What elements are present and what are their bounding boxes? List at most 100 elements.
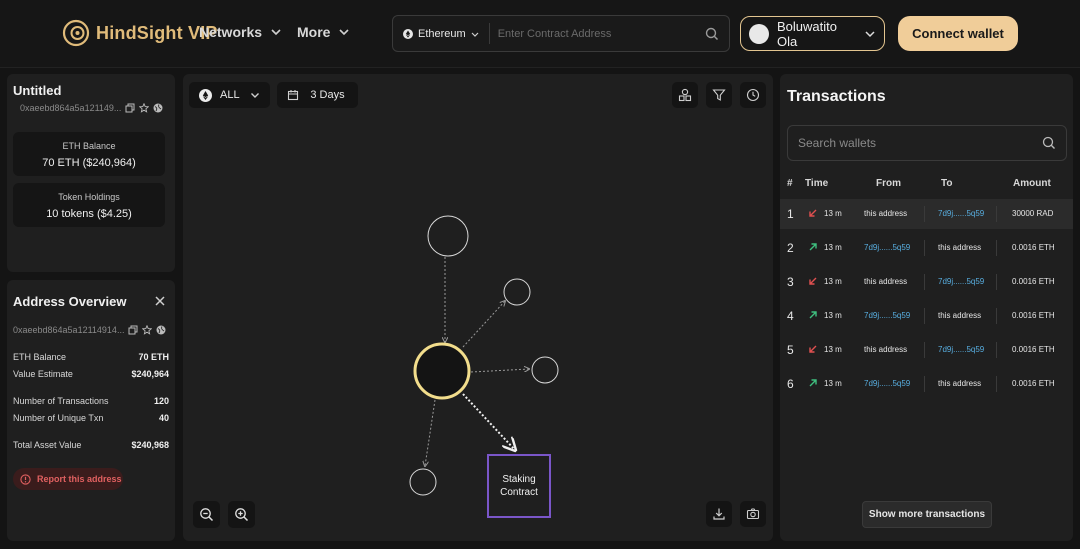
search-icon[interactable] xyxy=(695,27,729,41)
nav-more-label: More xyxy=(297,24,331,40)
date-range-label: 3 Days xyxy=(310,89,345,101)
user-name: Boluwatito Ola xyxy=(777,18,837,49)
graph-node xyxy=(531,356,559,384)
arrow-down-left-icon xyxy=(808,208,818,218)
row-time: 13 m xyxy=(824,311,842,320)
close-icon[interactable] xyxy=(154,295,166,307)
copy-icon[interactable] xyxy=(128,325,138,335)
arrow-down-left-icon xyxy=(808,344,818,354)
download-icon[interactable] xyxy=(706,501,732,527)
row-amount: 0.0016 ETH xyxy=(1012,277,1055,286)
column-divider xyxy=(996,206,997,222)
eth-balance-card: ETH Balance 70 ETH ($240,964) xyxy=(13,132,165,176)
row-to: this address xyxy=(938,243,982,252)
overview-row-label: Number of Unique Txn xyxy=(13,413,104,423)
calendar-icon xyxy=(287,89,299,101)
table-row[interactable]: 6 13 m 7d9j......5q59 this address 0.0016 ET… xyxy=(780,369,1073,399)
nav-more[interactable]: More xyxy=(297,24,350,40)
row-from[interactable]: 7d9j......5q59 xyxy=(864,243,910,252)
brand-logo[interactable]: HindSight VIP xyxy=(62,19,218,47)
asset-filter-dropdown[interactable]: ALL xyxy=(189,82,270,108)
network-select[interactable]: Ethereum xyxy=(393,23,490,44)
table-row[interactable]: 1 13 m this address 7d9j......5q59 30000 RAD xyxy=(780,199,1073,229)
row-from[interactable]: 7d9j......5q59 xyxy=(864,379,910,388)
overview-address-row: 0xaeebd864a5a12114914... xyxy=(13,325,166,335)
nav-networks[interactable]: Networks xyxy=(199,24,282,40)
copy-icon[interactable] xyxy=(125,103,135,113)
arrow-up-right-icon xyxy=(808,310,818,320)
eth-balance-label: ETH Balance xyxy=(62,141,116,151)
star-icon[interactable] xyxy=(139,103,150,113)
overview-address: 0xaeebd864a5a12114914... xyxy=(13,325,125,335)
history-icon[interactable] xyxy=(740,82,766,108)
contract-address-input[interactable] xyxy=(489,27,695,40)
graph-center-node xyxy=(413,342,471,400)
wallet-search-input[interactable] xyxy=(798,136,1042,150)
address-overview-title: Address Overview xyxy=(13,294,127,309)
row-to[interactable]: 7d9j......5q59 xyxy=(938,345,984,354)
overview-row-label: ETH Balance xyxy=(13,352,67,362)
connect-wallet-button[interactable]: Connect wallet xyxy=(898,16,1018,51)
row-index: 6 xyxy=(787,377,794,391)
staking-contract-node[interactable]: Staking Contract xyxy=(487,454,551,518)
contract-search-bar: Ethereum xyxy=(392,15,730,52)
row-to[interactable]: 7d9j......5q59 xyxy=(938,209,984,218)
filter-icon[interactable] xyxy=(706,82,732,108)
row-index: 2 xyxy=(787,241,794,255)
column-divider xyxy=(924,376,925,392)
row-from[interactable]: 7d9j......5q59 xyxy=(864,311,910,320)
row-from: this address xyxy=(864,209,908,218)
overview-row-value: 40 xyxy=(158,413,169,423)
overview-row-transactions: Number of Transactions 120 xyxy=(13,396,169,406)
user-account-menu[interactable]: Boluwatito Ola xyxy=(740,16,885,51)
column-divider xyxy=(996,240,997,256)
column-header-to: To xyxy=(941,178,953,189)
row-index: 1 xyxy=(787,207,794,221)
column-divider xyxy=(924,342,925,358)
overview-row-total-asset: Total Asset Value $240,968 xyxy=(13,440,169,450)
overview-row-unique-txn: Number of Unique Txn 40 xyxy=(13,413,169,423)
row-to[interactable]: 7d9j......5q59 xyxy=(938,277,984,286)
row-time: 13 m xyxy=(824,277,842,286)
show-more-transactions-button[interactable]: Show more transactions xyxy=(862,501,992,528)
row-time: 13 m xyxy=(824,345,842,354)
column-divider xyxy=(924,308,925,324)
globe-icon[interactable] xyxy=(156,325,166,335)
token-holdings-label: Token Holdings xyxy=(58,192,120,202)
column-divider xyxy=(996,274,997,290)
zoom-in-icon[interactable] xyxy=(228,501,255,528)
table-row[interactable]: 4 13 m 7d9j......5q59 this address 0.0016 ET… xyxy=(780,301,1073,331)
star-icon[interactable] xyxy=(142,325,153,335)
globe-icon[interactable] xyxy=(153,103,163,113)
nav-networks-label: Networks xyxy=(199,24,263,40)
row-to: this address xyxy=(938,311,982,320)
row-to: this address xyxy=(938,379,982,388)
avatar xyxy=(749,23,769,44)
transactions-panel: Transactions # Time From To Amount 1 13 m… xyxy=(780,74,1073,541)
column-divider xyxy=(996,376,997,392)
row-time: 13 m xyxy=(824,379,842,388)
shapes-icon[interactable] xyxy=(672,82,698,108)
table-row[interactable]: 3 13 m this address 7d9j......5q59 0.0016 ET… xyxy=(780,267,1073,297)
column-divider xyxy=(996,308,997,324)
row-index: 4 xyxy=(787,309,794,323)
graph-edge xyxy=(470,369,529,373)
graph-edge xyxy=(425,399,436,466)
overview-row-value-estimate: Value Estimate $240,964 xyxy=(13,369,169,379)
wallet-title: Untitled xyxy=(13,83,62,98)
wallet-summary-panel: Untitled 0xaeebd864a5a121149... ETH Bala… xyxy=(7,74,175,272)
wallet-address-row: 0xaeebd864a5a121149... xyxy=(20,103,163,113)
graph-node xyxy=(427,215,469,257)
report-address-button[interactable]: Report this address xyxy=(13,468,123,490)
search-icon[interactable] xyxy=(1042,136,1056,150)
overview-row-value: $240,968 xyxy=(131,440,169,450)
zoom-out-icon[interactable] xyxy=(193,501,220,528)
chevron-down-icon xyxy=(471,30,479,38)
camera-icon[interactable] xyxy=(740,501,766,527)
table-row[interactable]: 2 13 m 7d9j......5q59 this address 0.0016 ET… xyxy=(780,233,1073,263)
date-range-selector[interactable]: 3 Days xyxy=(277,82,358,108)
table-row[interactable]: 5 13 m this address 7d9j......5q59 0.0016 ET… xyxy=(780,335,1073,365)
row-from: this address xyxy=(864,277,908,286)
row-time: 13 m xyxy=(824,209,842,218)
overview-row-label: Total Asset Value xyxy=(13,440,82,450)
